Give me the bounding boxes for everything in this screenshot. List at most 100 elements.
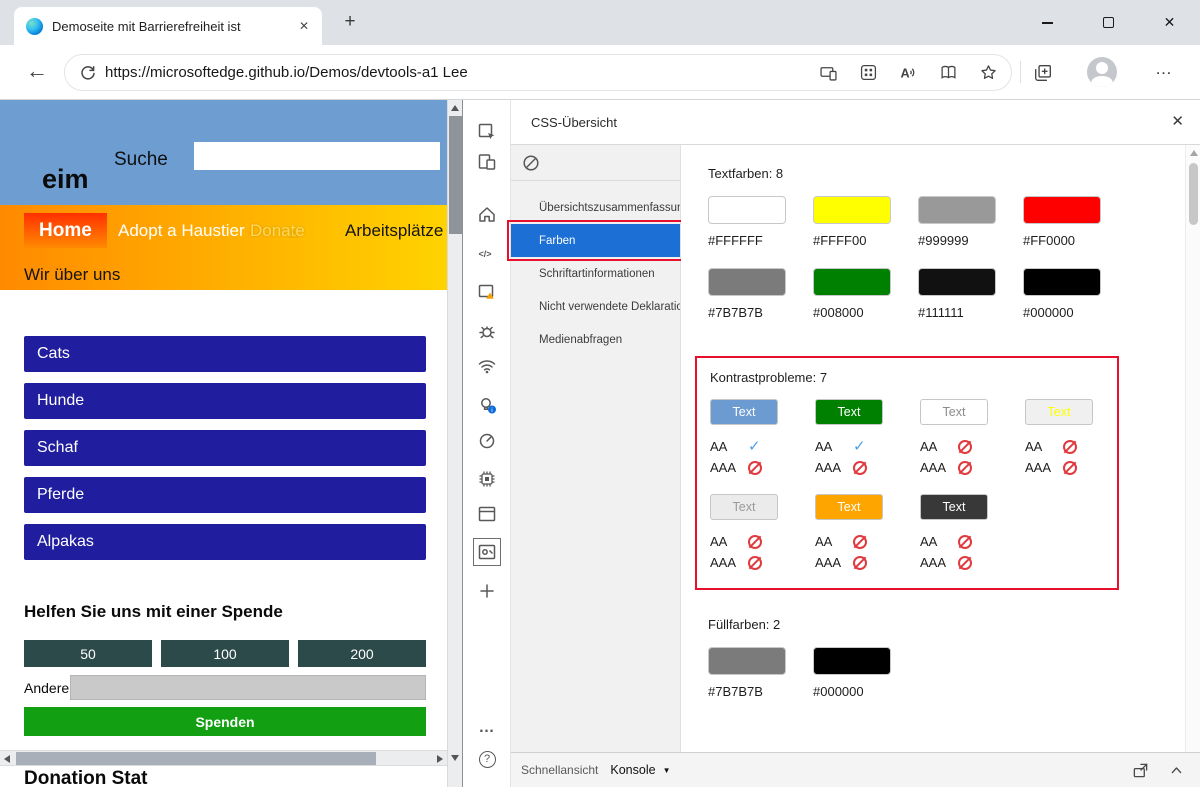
contrast-issues-section: Kontrastprobleme: 7 Text AA AAA Text AA … (695, 356, 1119, 590)
animal-button-pferde[interactable]: Pferde (24, 477, 426, 513)
nav-home-link[interactable]: Home (24, 213, 107, 248)
color-swatch[interactable] (918, 196, 996, 224)
web-page: eim Suche Home Adopt a Haustier Donate ⚠… (0, 100, 447, 787)
amount-100-button[interactable]: 100 (161, 640, 289, 667)
horizontal-scroll-thumb[interactable] (16, 752, 376, 765)
inspect-icon[interactable] (477, 122, 497, 142)
apps-grid-icon[interactable] (860, 64, 877, 81)
sidebar-item-media-queries[interactable]: Medienabfragen (511, 323, 680, 356)
devices-icon[interactable] (820, 64, 837, 81)
dock-quick-view-icon[interactable] (1132, 762, 1149, 779)
help-icon[interactable]: ? (477, 749, 497, 769)
contrast-sample[interactable]: Text (815, 494, 883, 520)
color-swatch[interactable] (708, 196, 786, 224)
amount-200-button[interactable]: 200 (298, 640, 426, 667)
minimize-button[interactable] (1017, 0, 1078, 45)
address-bar[interactable]: https://microsoftedge.github.io/Demos/de… (64, 54, 1012, 91)
vertical-scrollbar[interactable] (447, 100, 462, 787)
color-swatch[interactable] (813, 647, 891, 675)
contrast-sample[interactable]: Text (920, 494, 988, 520)
color-swatch[interactable] (708, 647, 786, 675)
animal-button-cats[interactable]: Cats (24, 336, 426, 372)
devtools-scrollbar[interactable] (1185, 145, 1200, 752)
animal-button-hunde[interactable]: Hunde (24, 383, 426, 419)
clear-overview-icon[interactable] (522, 154, 540, 172)
donation-amounts: 50 100 200 (24, 640, 426, 667)
settings-more-icon[interactable]: … (1150, 59, 1178, 79)
color-hex-label: #FFFF00 (813, 233, 918, 248)
network-icon[interactable] (477, 356, 497, 376)
add-favorite-star-icon[interactable] (980, 64, 997, 81)
memory-cpu-icon[interactable] (477, 469, 497, 489)
reload-icon[interactable] (80, 65, 96, 81)
scroll-down-arrow[interactable] (451, 755, 459, 761)
devtools-header: CSS-Übersicht ✕ (463, 100, 1200, 145)
devtools-scroll-thumb[interactable] (1189, 163, 1198, 225)
tab-title: Demoseite mit Barrierefreiheit ist (52, 19, 285, 34)
maximize-button[interactable] (1078, 0, 1139, 45)
contrast-sample[interactable]: Text (1025, 399, 1093, 425)
aaa-status-icon (956, 459, 974, 477)
scroll-up-arrow[interactable] (451, 105, 459, 111)
immersive-reader-icon[interactable] (940, 64, 957, 81)
search-label: Suche (114, 149, 168, 171)
application-frame-icon[interactable] (477, 504, 497, 524)
sidebar-item-colors[interactable]: Farben (511, 224, 680, 257)
collections-icon[interactable] (1034, 64, 1052, 82)
color-swatch[interactable] (813, 196, 891, 224)
contrast-sample[interactable]: Text (710, 399, 778, 425)
read-aloud-icon[interactable]: A (900, 64, 917, 81)
site-logo-text: eim (42, 164, 89, 195)
sidebar-item-font-info[interactable]: Schriftartinformationen (511, 257, 680, 290)
device-emulation-icon[interactable] (477, 152, 497, 172)
amount-50-button[interactable]: 50 (24, 640, 152, 667)
more-tools-icon[interactable]: … (477, 718, 497, 738)
issues-lightbulb-icon[interactable]: i (477, 395, 497, 415)
color-swatch[interactable] (708, 268, 786, 296)
elements-warning-icon[interactable] (477, 282, 497, 302)
contrast-sample[interactable]: Text (920, 399, 988, 425)
color-swatch[interactable] (813, 268, 891, 296)
devtools-close-icon[interactable]: ✕ (1171, 112, 1184, 130)
profile-avatar[interactable] (1087, 57, 1117, 87)
sidebar-item-unused-declarations[interactable]: Nicht verwendete Deklarationen (511, 290, 680, 323)
close-window-button[interactable]: ✕ (1139, 0, 1200, 45)
donate-submit-button[interactable]: Spenden (24, 707, 426, 736)
animal-button-schaf[interactable]: Schaf (24, 430, 426, 466)
sidebar-item-overview-summary[interactable]: Übersichtszusammenfassung (511, 191, 680, 224)
console-dropdown[interactable]: Konsole ▼ (610, 763, 670, 777)
aa-label: AA (815, 534, 851, 549)
color-swatch[interactable] (1023, 196, 1101, 224)
home-icon[interactable] (477, 204, 497, 224)
svg-text:</>: </> (479, 249, 492, 259)
color-swatch[interactable] (918, 268, 996, 296)
scroll-left-arrow[interactable] (4, 755, 10, 763)
new-tab-button[interactable]: + (338, 11, 362, 33)
back-button[interactable]: ← (26, 58, 48, 84)
scroll-right-arrow[interactable] (437, 755, 443, 763)
animal-button-alpakas[interactable]: Alpakas (24, 524, 426, 560)
tab-close-icon[interactable]: ✕ (294, 17, 314, 35)
add-tools-icon[interactable] (477, 581, 497, 601)
browser-tab[interactable]: Demoseite mit Barrierefreiheit ist ✕ (14, 7, 322, 45)
aaa-label: AAA (710, 555, 746, 570)
contrast-sample[interactable]: Text (815, 399, 883, 425)
nav-jobs-link[interactable]: Arbeitsplätze (345, 221, 443, 241)
performance-icon[interactable] (477, 430, 497, 450)
sources-icon[interactable]: </> (477, 243, 497, 263)
expand-panel-chevron-icon[interactable] (1169, 763, 1184, 778)
other-amount-input[interactable] (70, 675, 426, 700)
devtools-scroll-up-arrow[interactable] (1190, 150, 1198, 156)
devtools-activity-bar: </> i (463, 100, 511, 787)
contrast-sample[interactable]: Text (710, 494, 778, 520)
horizontal-scrollbar[interactable] (0, 750, 447, 766)
contrast-issue-item: Text AA AAA (920, 399, 1025, 477)
vertical-scroll-thumb[interactable] (449, 116, 462, 234)
css-overview-icon[interactable] (477, 542, 497, 562)
aa-status-icon (956, 438, 974, 456)
nav-adopt-link[interactable]: Adopt a Haustier (118, 221, 245, 241)
nav-about-link[interactable]: Wir über uns (24, 265, 120, 285)
search-input[interactable] (194, 142, 440, 170)
debugger-icon[interactable] (477, 321, 497, 341)
color-swatch[interactable] (1023, 268, 1101, 296)
